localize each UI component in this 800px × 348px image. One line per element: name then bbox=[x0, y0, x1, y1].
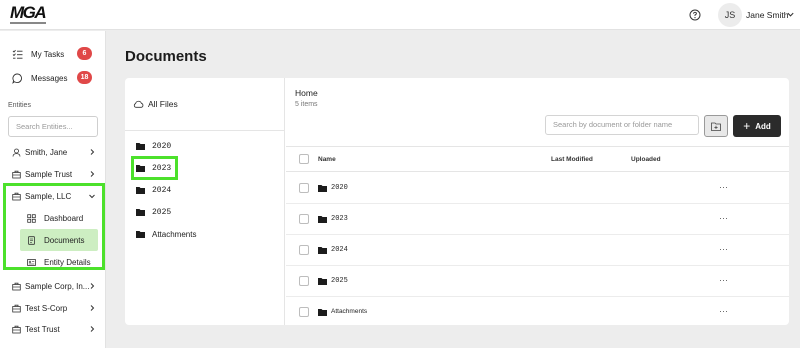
folder-name: Attachments bbox=[152, 229, 197, 239]
file-list-panel: Home 5 items Search by document or folde… bbox=[286, 78, 789, 325]
folder-icon bbox=[136, 209, 145, 216]
row-name: 2023 bbox=[331, 215, 348, 223]
briefcase-icon bbox=[12, 170, 21, 178]
sidebar-item-label: Messages bbox=[31, 73, 68, 83]
messages-count-badge: 18 bbox=[77, 71, 92, 84]
table-row[interactable]: 2020 ··· bbox=[286, 173, 789, 204]
folder-icon bbox=[318, 247, 327, 254]
search-entities-input[interactable]: Search Entities... bbox=[8, 116, 98, 137]
row-menu-icon[interactable]: ··· bbox=[719, 306, 728, 316]
chevron-right-icon[interactable] bbox=[88, 282, 96, 290]
folder-name: 2025 bbox=[152, 207, 172, 217]
folder-tree-item[interactable]: 2024 bbox=[136, 183, 171, 197]
logo[interactable]: MGA bbox=[10, 4, 48, 26]
sidebar-item-messages[interactable]: Messages bbox=[12, 70, 67, 86]
documents-card: All Files 2020 2023 2024 2025 Attachment… bbox=[125, 78, 789, 325]
chat-icon bbox=[12, 73, 22, 84]
entity-item-test-trust[interactable]: Test Trust bbox=[12, 322, 96, 336]
folder-tree-item[interactable]: 2020 bbox=[136, 139, 171, 153]
folder-icon bbox=[318, 216, 327, 223]
folder-icon bbox=[136, 231, 145, 238]
entity-item-sample-corp[interactable]: Sample Corp, In... bbox=[12, 279, 96, 293]
row-name: 2025 bbox=[331, 277, 348, 285]
row-checkbox[interactable] bbox=[299, 245, 309, 255]
briefcase-icon bbox=[12, 304, 21, 312]
entity-label: Sample Corp, In... bbox=[25, 281, 90, 291]
avatar[interactable]: JS bbox=[718, 3, 742, 27]
folder-plus-icon bbox=[711, 122, 721, 131]
new-folder-button[interactable] bbox=[704, 115, 728, 137]
row-checkbox[interactable] bbox=[299, 214, 309, 224]
add-button-label: Add bbox=[755, 121, 771, 131]
logo-underline bbox=[10, 22, 46, 24]
row-name: 2020 bbox=[331, 184, 348, 192]
entities-heading: Entities bbox=[8, 102, 31, 109]
sidebar-item-my-tasks[interactable]: My Tasks bbox=[12, 46, 64, 62]
highlight-annotation bbox=[3, 183, 105, 270]
folder-icon bbox=[318, 309, 327, 316]
chevron-right-icon[interactable] bbox=[88, 325, 96, 333]
folder-tree: All Files 2020 2023 2024 2025 Attachment… bbox=[125, 78, 285, 325]
row-menu-icon[interactable]: ··· bbox=[719, 244, 728, 254]
row-checkbox[interactable] bbox=[299, 276, 309, 286]
row-menu-icon[interactable]: ··· bbox=[719, 182, 728, 192]
row-menu-icon[interactable]: ··· bbox=[719, 213, 728, 223]
row-name: 2024 bbox=[331, 246, 348, 254]
row-checkbox[interactable] bbox=[299, 183, 309, 193]
folder-tree-item[interactable]: Attachments bbox=[136, 227, 196, 241]
sidebar-item-label: My Tasks bbox=[31, 49, 65, 59]
entity-label: Sample Trust bbox=[25, 169, 73, 179]
divider bbox=[125, 130, 285, 131]
column-header-last-modified[interactable]: Last Modified bbox=[551, 156, 593, 163]
briefcase-icon bbox=[12, 325, 21, 333]
all-files-link[interactable]: All Files bbox=[133, 99, 178, 109]
top-bar: MGA JS Jane Smith bbox=[0, 0, 800, 30]
chevron-right-icon[interactable] bbox=[88, 148, 96, 156]
search-documents-input[interactable]: Search by document or folder name bbox=[545, 115, 699, 135]
sidebar: My Tasks 6 Messages 18 Entities Search E… bbox=[0, 31, 106, 348]
cloud-icon bbox=[133, 100, 144, 108]
all-files-label: All Files bbox=[148, 99, 178, 109]
folder-icon bbox=[318, 278, 327, 285]
column-header-name[interactable]: Name bbox=[318, 156, 336, 163]
briefcase-icon bbox=[12, 282, 21, 290]
folder-tree-item[interactable]: 2025 bbox=[136, 205, 171, 219]
table-row[interactable]: 2024 ··· bbox=[286, 235, 789, 266]
entity-item-smith-jane[interactable]: Smith, Jane bbox=[12, 145, 96, 159]
table-row[interactable]: 2025 ··· bbox=[286, 266, 789, 297]
items-count: 5 items bbox=[295, 101, 318, 108]
row-name: Attachments bbox=[331, 308, 368, 315]
row-checkbox[interactable] bbox=[299, 307, 309, 317]
tasks-count-badge: 6 bbox=[77, 47, 92, 60]
chevron-right-icon[interactable] bbox=[88, 304, 96, 312]
person-icon bbox=[12, 148, 21, 157]
chevron-right-icon[interactable] bbox=[88, 170, 96, 178]
highlight-annotation bbox=[131, 156, 178, 180]
folder-icon bbox=[318, 185, 327, 192]
folder-icon bbox=[136, 187, 145, 194]
table-row[interactable]: Attachments ··· bbox=[286, 297, 789, 328]
select-all-checkbox[interactable] bbox=[299, 154, 309, 164]
folder-name: 2024 bbox=[152, 185, 172, 195]
tasks-icon bbox=[12, 49, 23, 59]
entity-label: Smith, Jane bbox=[25, 147, 68, 157]
folder-name: 2020 bbox=[152, 141, 172, 151]
folder-icon bbox=[136, 143, 145, 150]
entity-label: Test S-Corp bbox=[25, 303, 68, 313]
entity-item-sample-trust[interactable]: Sample Trust bbox=[12, 167, 96, 181]
user-name[interactable]: Jane Smith bbox=[746, 10, 789, 20]
plus-icon: + bbox=[743, 119, 751, 133]
entity-label: Test Trust bbox=[25, 324, 60, 334]
row-menu-icon[interactable]: ··· bbox=[719, 275, 728, 285]
add-button[interactable]: + Add bbox=[733, 115, 781, 137]
current-folder-title: Home bbox=[295, 88, 318, 98]
table-header: Name Last Modified Uploaded bbox=[286, 146, 789, 172]
table-row[interactable]: 2023 ··· bbox=[286, 204, 789, 235]
page-title: Documents bbox=[125, 48, 207, 65]
chevron-down-icon[interactable] bbox=[786, 10, 795, 19]
entity-item-test-s-corp[interactable]: Test S-Corp bbox=[12, 301, 96, 315]
column-header-uploaded[interactable]: Uploaded bbox=[631, 156, 661, 163]
logo-text: MGA bbox=[10, 3, 47, 22]
help-icon[interactable] bbox=[689, 9, 701, 21]
